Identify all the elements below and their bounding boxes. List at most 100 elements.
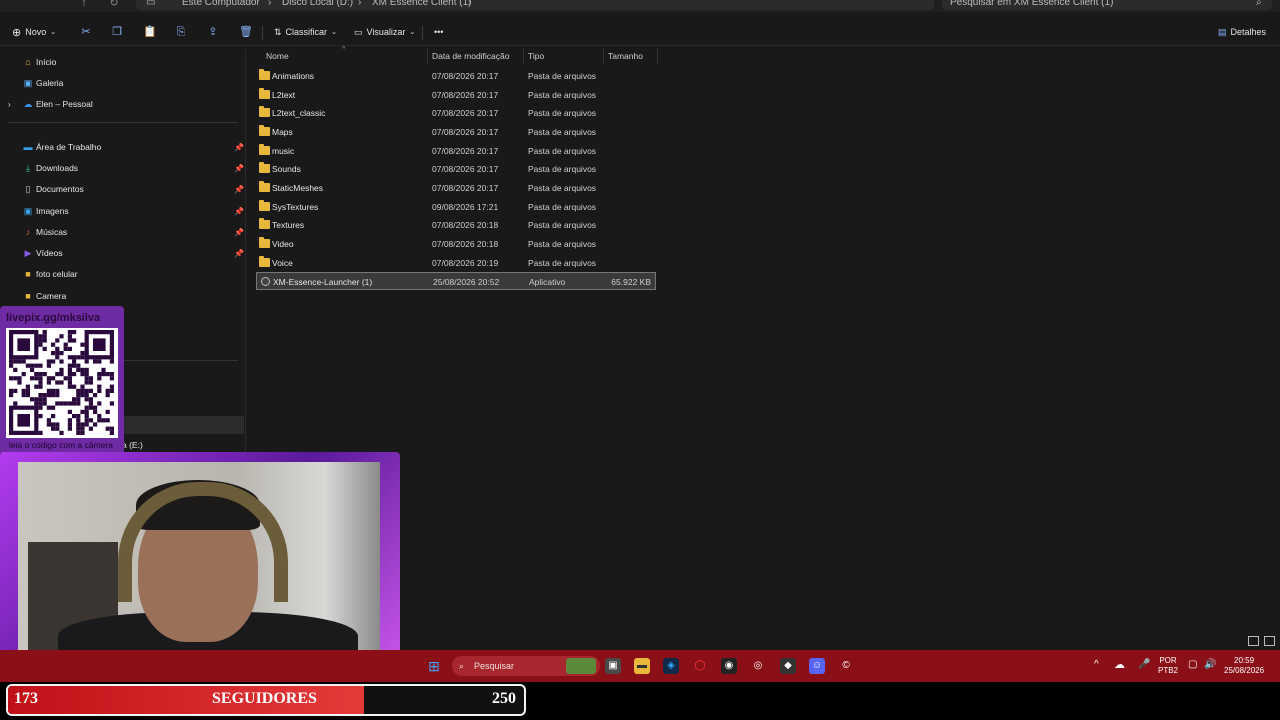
file-name: SysTextures [272,201,319,212]
qr-module [84,409,89,414]
copy-icon[interactable]: ❐ [111,26,123,38]
nav-item-label: Camera [36,291,67,301]
sort-icon: ⇅ [274,26,282,37]
app-shield-icon[interactable]: ◈ [663,658,679,674]
file-row[interactable]: L2text_classic 07/08/2026 20:17 Pasta de a… [256,104,656,122]
file-row[interactable]: Voice 07/08/2026 20:19 Pasta de arquivos [256,254,656,272]
nav-item-desktop[interactable]: ▬ Área de Trabalho 📌 [0,137,246,157]
delete-icon[interactable]: 🗑 [239,26,253,38]
file-row[interactable]: music 07/08/2026 20:17 Pasta de arquivos [256,142,656,160]
volume-icon[interactable]: 🔊 [1204,660,1216,670]
file-row[interactable]: L2text 07/08/2026 20:17 Pasta de arquivos [256,86,656,104]
taskbar-search[interactable]: ⌕ Pesquisar [452,656,600,676]
chrome-icon[interactable]: ◎ [750,658,766,674]
windows-start-icon[interactable]: ⊞ [426,658,442,674]
more-options-button[interactable]: ••• [434,24,443,40]
nav-item-downloads[interactable]: ⤓ Downloads 📌 [0,158,246,178]
nav-item-drive-e[interactable]: a (E:) [122,440,143,450]
search-input[interactable]: Pesquisar em XM Essence Client (1) [950,0,1113,9]
file-row[interactable]: SysTextures 09/08/2026 17:21 Pasta de arqu… [256,198,656,216]
file-row[interactable]: StaticMeshes 07/08/2026 20:17 Pasta de arq… [256,179,656,197]
column-header-size[interactable]: Tamanho [604,48,658,64]
new-button[interactable]: ⊕ Novo ⌄ [12,24,56,40]
qr-module [38,393,43,398]
pin-icon[interactable]: 📌 [234,249,244,258]
qr-module [13,401,18,406]
qr-module [55,401,60,406]
qr-module [67,355,72,360]
qr-module [51,351,56,356]
file-row[interactable]: Animations 07/08/2026 20:17 Pasta de arqui… [256,67,656,85]
pin-icon[interactable]: 📌 [234,143,244,152]
breadcrumb-chevron-icon[interactable]: › [468,0,471,9]
column-header-name[interactable]: Nome ^ [262,46,428,64]
cut-icon[interactable]: ✂ [80,26,92,38]
nav-item-camera[interactable]: ■ Camera [0,286,246,306]
chevron-right-icon[interactable]: › [8,100,11,109]
language-indicator[interactable]: POR PTB2 [1158,656,1178,676]
ccleaner-icon[interactable]: © [838,658,854,674]
rename-icon[interactable]: ⎘ [175,26,187,38]
search-box[interactable]: Pesquisar em XM Essence Client (1) ⌕ [942,0,1272,10]
file-explorer-icon[interactable]: ▬ [634,658,650,674]
file-row[interactable]: XM-Essence-Launcher (1) 25/08/2026 20:52 A… [256,272,656,291]
column-header-type[interactable]: Tipo [524,48,604,64]
breadcrumb-folder[interactable]: XM Essence Client (1) [372,0,471,9]
qr-module [46,388,51,393]
file-type: Pasta de arquivos [528,220,597,231]
search-icon[interactable]: ⌕ [1256,0,1262,9]
refresh-icon[interactable]: ↻ [108,0,120,9]
breadcrumb-this-pc[interactable]: Este Computador [182,0,260,9]
network-icon[interactable]: ▢ [1188,660,1197,670]
qr-module [97,376,102,381]
clock[interactable]: 20:59 25/08/2026 [1224,656,1264,676]
nav-item-documents[interactable]: ▯ Documentos 📌 [0,179,246,199]
nav-item-home[interactable]: ⌂ Início [0,52,246,72]
nav-item-gallery[interactable]: ▣ Galeria [0,73,246,93]
file-row[interactable]: Video 07/08/2026 20:18 Pasta de arquivos [256,235,656,253]
game-client-icon[interactable]: ◆ [780,658,796,674]
onedrive-icon[interactable]: ☁ [1114,660,1125,671]
folder-icon [259,69,270,80]
qr-module [46,363,51,368]
pin-icon[interactable]: 📌 [234,228,244,237]
nav-item-onedrive[interactable]: › ☁ Elen – Pessoal [0,94,246,114]
pin-icon[interactable]: 📌 [234,185,244,194]
discord-icon[interactable]: ☺ [809,658,825,674]
nav-item-images[interactable]: ▣ Imagens 📌 [0,201,246,221]
tiles-view-icon[interactable] [1264,636,1275,646]
file-row[interactable]: Sounds 07/08/2026 20:17 Pasta de arquivos [256,160,656,178]
opera-icon[interactable]: ◯ [692,658,708,674]
file-row[interactable]: Maps 07/08/2026 20:17 Pasta de arquivos [256,123,656,141]
pin-icon[interactable]: 📌 [234,164,244,173]
nav-item-foto-celular[interactable]: ■ foto celular [0,264,246,284]
file-row[interactable]: Textures 07/08/2026 20:18 Pasta de arquivo… [256,216,656,234]
sort-button[interactable]: ⇅ Classificar ⌄ [274,24,337,40]
obs-icon[interactable]: ◉ [721,658,737,674]
qr-module [9,376,14,381]
paste-icon[interactable]: 📋 [143,26,157,38]
video-icon: ▶ [24,247,32,258]
folder-icon: ■ [25,291,31,301]
nav-item-videos[interactable]: ▶ Vídeos 📌 [0,243,246,263]
pin-icon[interactable]: 📌 [234,207,244,216]
qr-module [76,414,81,419]
column-header-modified[interactable]: Data de modificação [428,48,524,64]
nav-item-music[interactable]: ♪ Músicas 📌 [0,222,246,242]
task-view-icon[interactable]: ▣ [605,658,621,674]
nav-item-label: Downloads [36,163,79,173]
qr-module [67,363,72,368]
microphone-icon[interactable]: 🎤 [1138,660,1150,670]
view-button[interactable]: ▭ Visualizar ⌄ [354,24,415,40]
details-view-icon[interactable] [1248,636,1259,646]
share-icon[interactable]: ⇪ [207,26,219,38]
address-box[interactable]: ▭ Este Computador › Disco Local (D:) › X… [136,0,934,10]
up-icon[interactable]: ↑ [78,0,90,9]
chevron-up-icon[interactable]: ^ [1094,660,1099,670]
qr-module [88,388,93,393]
details-button[interactable]: ▤ Detalhes [1218,24,1266,40]
document-icon: ▯ [25,183,31,194]
qr-module [51,376,56,381]
qr-module [63,376,68,381]
breadcrumb-disk[interactable]: Disco Local (D:) [282,0,353,9]
